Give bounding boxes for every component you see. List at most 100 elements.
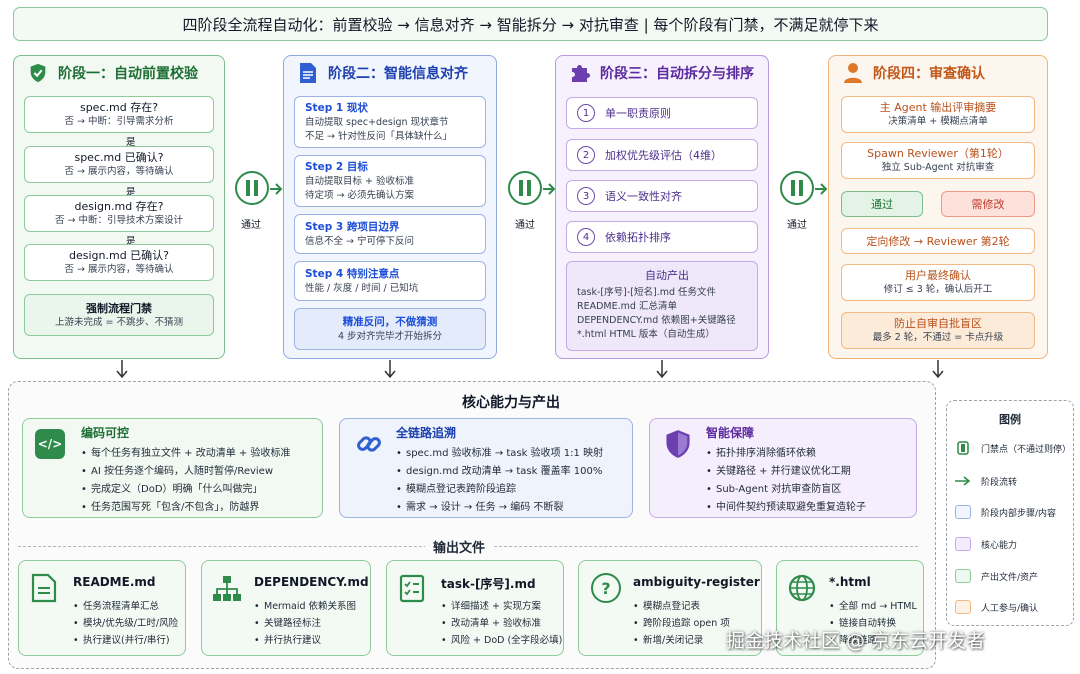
check-answer: 否 → 展示内容，等待确认 [64,166,174,177]
auto-output-card: 自动产出 task-[序号]-[短名].md 任务文件 README.md 汇总… [566,261,758,351]
auto-output-item: DEPENDENCY.md 依赖图+关键路径 [577,315,736,326]
step-card-1: Step 1 现状 自动提取 spec+design 现状章节 不足 → 针对性反问… [294,96,486,148]
capability-title: 全链路追溯 [396,426,457,440]
output-item: 模糊点登记表 [633,598,730,615]
output-card-readme: README.md 任务流程清单汇总模块/优先级/工时/风险执行建议(并行/串行… [18,560,186,656]
legend-label: 核心能力 [981,540,1018,551]
stage-4-title: 阶段四：审查确认 [873,66,985,82]
title-text: 四阶段全流程自动化：前置校验 → 信息对齐 → 智能拆分 → 对抗审查 | 每个… [182,15,879,34]
stage-3-title: 阶段三：自动拆分与排序 [600,66,754,82]
link-icon [354,429,384,463]
code-icon: </> [35,429,65,459]
step-title: Step 2 目标 [305,160,368,173]
stage-2-title: 阶段二：智能信息对齐 [328,66,468,82]
step-line: 自动提取 spec+design 现状章节 [305,116,449,128]
stage-3-header: 阶段三：自动拆分与排序 [556,56,768,90]
question-icon: ? [591,573,621,603]
auto-output-item: README.md 汇总清单 [577,301,677,312]
step-line: 信息不全 → 宁可停下反问 [305,235,414,247]
number-badge: 4 [577,228,595,246]
core-title: 核心能力与产出 [462,395,560,411]
outputs-title: 输出文件 [425,537,494,556]
capability-item: 任务范围写死「包含/不包含」，防越界 [81,499,290,517]
arrow-icon [815,181,829,200]
reviewer-card: Spawn Reviewer（第1轮） 独立 Sub-Agent 对抗审查 [841,142,1035,179]
gate-rule-sub: 上游未完成 = 不跳步、不猜测 [55,316,183,328]
stage-2-panel: 阶段二：智能信息对齐 Step 1 现状 自动提取 spec+design 现状章… [283,55,497,359]
capability-card-1: </> 编码可控 每个任务有独立文件 + 改动清单 + 验收标准AI 按任务逐个… [22,418,323,518]
step-line: 自动提取目标 + 验收标准 [305,175,414,187]
card-sub: 决策清单 + 模糊点清单 [888,116,988,127]
capability-card-2: 全链路追溯 spec.md 验收标准 → task 验收项 1:1 映射desi… [339,418,633,518]
legend-label: 阶段内部步骤/内容 [981,508,1057,519]
legend-label: 门禁点（不通过则停） [981,444,1072,455]
legend-row: 产出文件/资产 [955,569,1038,583]
card-title: 用户最终确认 [905,269,971,282]
capability-card-3: 智能保障 拓扑排序消除循环依赖关键路径 + 并行建议优化工期Sub-Agent … [649,418,917,518]
output-name: *.html [829,575,871,589]
split-rule-4: 4 依赖拓扑排序 [566,221,758,253]
number-badge: 1 [577,104,595,122]
shield-icon [664,429,692,463]
capability-item: 中间件契约预读取避免重复造轮子 [706,499,866,517]
capability-item: 关键路径 + 并行建议优化工期 [706,463,866,481]
check-card-4: design.md 已确认? 否 → 展示内容，等待确认 [24,244,214,281]
legend-row: 核心能力 [955,537,1017,551]
legend-row: 阶段内部步骤/内容 [955,505,1056,519]
stage-4-header: 阶段四：审查确认 [829,56,1047,90]
legend-swatch [955,537,971,551]
legend-swatch [955,505,971,519]
stage-2-header: 阶段二：智能信息对齐 [284,56,496,90]
auto-output-title: 自动产出 [645,269,689,282]
capability-item: 完成定义（DoD）明确「什么叫做完」 [81,481,290,499]
legend-label: 阶段流转 [981,477,1018,488]
legend-swatch [955,569,971,583]
capability-item: Sub-Agent 对抗审查防盲区 [706,481,866,499]
gate-rule-title: 强制流程门禁 [86,301,152,315]
check-question: design.md 已确认? [68,249,170,262]
fix-label: 需修改 [971,197,1005,211]
gate-icon [955,441,971,455]
output-item: 执行建议(并行/串行) [73,632,178,649]
review-summary-card: 主 Agent 输出评审摘要 决策清单 + 模糊点清单 [841,96,1035,133]
check-card-1: spec.md 存在? 否 → 中断：引导需求分析 [24,96,214,133]
split-rule-label: 加权优先级评估（4维） [605,148,722,162]
output-name: DEPENDENCY.md [254,575,369,589]
split-rule-label: 语义一致性对齐 [605,189,682,203]
output-item: 详细描述 + 实现方案 [441,598,562,615]
output-item: 新增/关闭记录 [633,632,730,649]
stage-4-panel: 阶段四：审查确认 主 Agent 输出评审摘要 决策清单 + 模糊点清单 Spaw… [828,55,1048,359]
step-title: Step 3 跨项目边界 [305,220,400,233]
output-card-dependency: DEPENDENCY.md Mermaid 依赖关系图关键路径标注并行执行建议 [201,560,371,656]
capability-item: 模糊点登记表跨阶段追踪 [396,481,603,499]
checklist-icon [399,573,425,607]
split-rule-1: 1 单一职责原则 [566,97,758,129]
check-question: spec.md 已确认? [74,151,164,164]
capability-title: 编码可控 [81,426,130,440]
check-card-3: design.md 存在? 否 → 中断：引导技术方案设计 [24,195,214,232]
user-confirm-card: 用户最终确认 修订 ≤ 3 轮，确认后开工 [841,264,1035,301]
legend-label: 产出文件/资产 [981,572,1039,583]
gate-label: 通过 [787,220,807,231]
gate-label: 通过 [515,220,535,231]
blindspot-card: 防止自审自批盲区 最多 2 轮，不通过 = 卡点升级 [841,312,1035,349]
card-title: 防止自审自批盲区 [894,317,982,330]
step-title: Step 4 特别注意点 [305,267,400,280]
check-answer: 否 → 中断：引导需求分析 [64,116,174,127]
card-title: Spawn Reviewer（第1轮） [867,147,1009,160]
pass-box: 通过 [841,191,923,217]
document-icon [31,573,57,607]
check-question: design.md 存在? [74,200,164,213]
legend-row: 阶段流转 [955,474,1017,488]
output-item: Mermaid 依赖关系图 [254,598,356,615]
output-item: 全部 md → HTML [829,598,917,615]
legend-row: 门禁点（不通过则停） [955,441,1071,455]
check-answer: 否 → 中断：引导技术方案设计 [55,215,183,226]
capability-title: 智能保障 [706,426,755,440]
footer-title: 精准反问，不做猜测 [342,315,438,328]
card-sub: 独立 Sub-Agent 对抗审查 [881,162,995,173]
legend-row: 人工参与/确认 [955,600,1038,614]
down-arrow-icon [932,360,944,384]
output-item: 模块/优先级/工时/风险 [73,615,178,632]
stage-1-panel: 阶段一：自动前置校验 spec.md 存在? 否 → 中断：引导需求分析 是 sp… [13,55,225,359]
